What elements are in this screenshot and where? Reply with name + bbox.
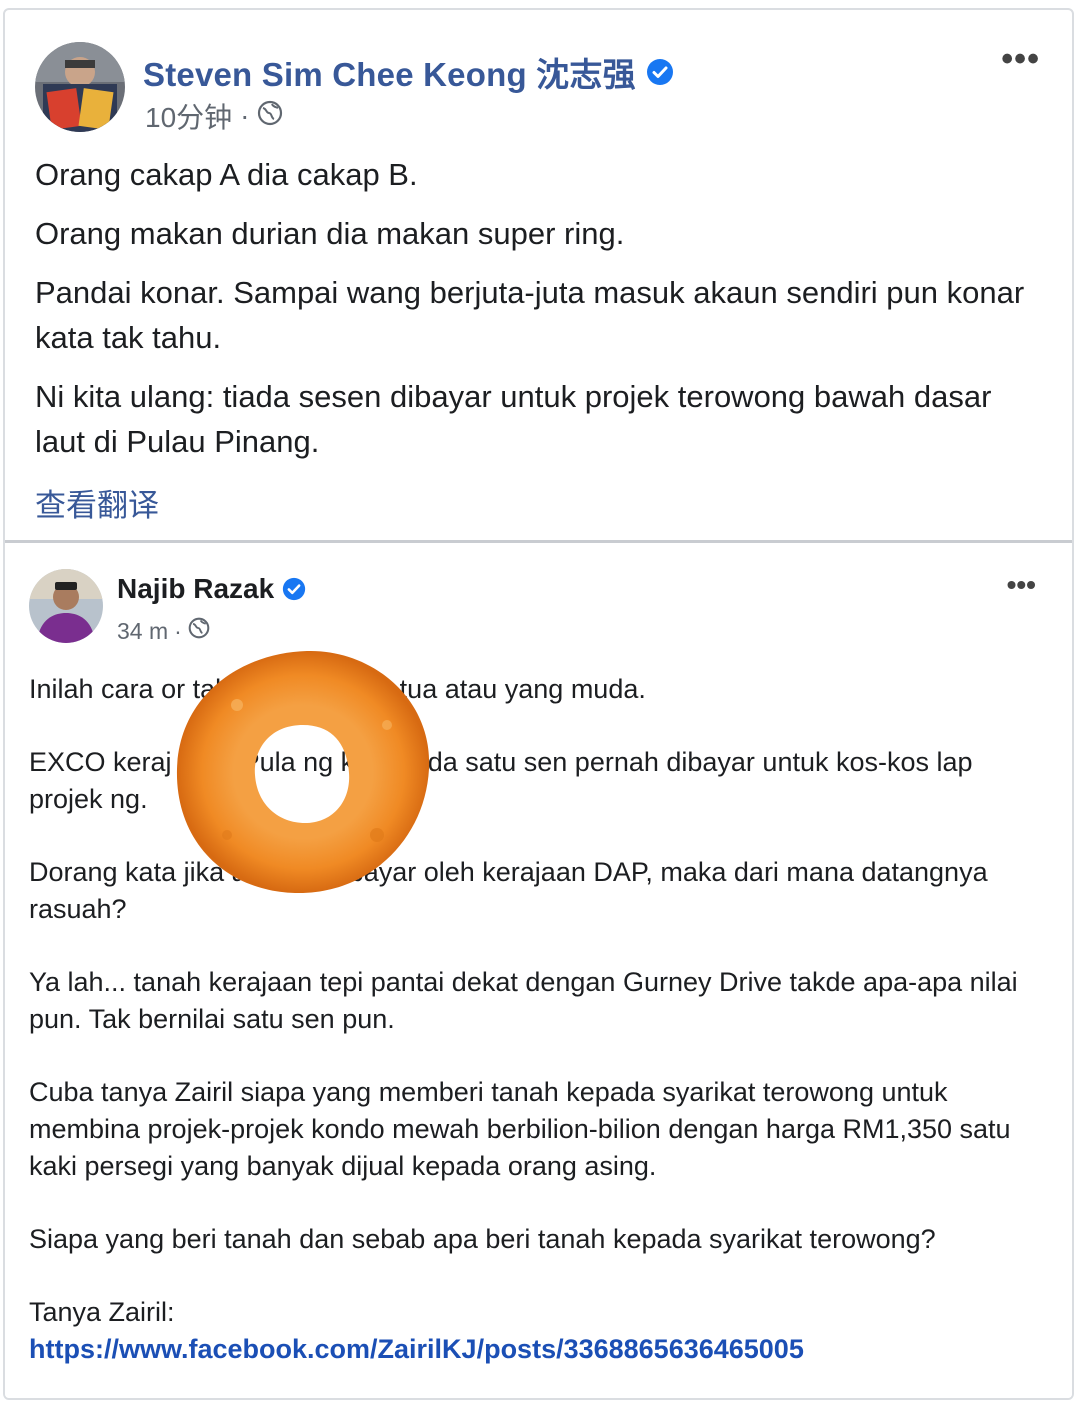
see-translation-link[interactable]: 查看翻译 <box>35 480 159 525</box>
author-header: Steven Sim Chee Keong 沈志强 <box>143 48 674 96</box>
post-paragraph: Ni kita ulang: tiada sesen dibayar untuk… <box>35 379 992 459</box>
zairil-post-link[interactable]: https://www.facebook.com/ZairilKJ/posts/… <box>29 1334 804 1364</box>
shared-post: Najib Razak 34 m · ••• Inilah cara or ta… <box>5 540 1072 1398</box>
ask-label: Tanya Zairil: <box>29 1297 175 1327</box>
author-avatar[interactable] <box>35 42 125 132</box>
post-paragraph: Orang cakap A dia cakap B. <box>35 157 418 192</box>
shared-author-name[interactable]: Najib Razak <box>117 573 274 605</box>
shared-paragraph: EXCO keraj DAP Pula ng kata tiada satu s… <box>29 747 973 814</box>
shared-author-avatar[interactable] <box>29 569 103 643</box>
verified-badge-icon <box>282 577 306 601</box>
shared-more-options-button[interactable]: ••• <box>1007 569 1036 601</box>
avatar-image <box>29 569 103 643</box>
author-name[interactable]: Steven Sim Chee Keong 沈志强 <box>143 48 636 96</box>
shared-paragraph: Tanya Zairil: https://www.facebook.com/Z… <box>29 1294 1039 1368</box>
more-options-button[interactable]: ••• <box>1001 40 1040 79</box>
verified-badge-icon <box>646 58 674 86</box>
shared-paragraph: Ya lah... tanah kerajaan tepi pantai dek… <box>29 967 1018 1034</box>
post-paragraph: Pandai konar. Sampai wang berjuta-juta m… <box>35 275 1025 355</box>
post-body: Orang cakap A dia cakap B. Orang makan d… <box>35 152 1045 478</box>
shared-paragraph: Cuba tanya Zairil siapa yang memberi tan… <box>29 1077 1011 1181</box>
shared-post-meta: 34 m · <box>117 617 210 645</box>
post-meta: 10分钟 · <box>145 96 283 136</box>
shared-paragraph: Inilah cara or tak kira yang tua-tua ata… <box>29 674 646 704</box>
globe-icon <box>188 617 210 645</box>
meta-separator: · <box>174 617 182 644</box>
globe-icon <box>257 100 283 133</box>
post-paragraph: Orang makan durian dia makan super ring. <box>35 216 625 251</box>
post-card: Steven Sim Chee Keong 沈志强 10分钟 · ••• Ora… <box>3 8 1074 1400</box>
post-timestamp[interactable]: 10分钟 <box>145 96 232 136</box>
shared-post-body: Inilah cara or tak kira yang tua-tua ata… <box>29 671 1039 1368</box>
shared-paragraph: Dorang kata jika atu sen dibayar oleh ke… <box>29 857 988 924</box>
shared-author-header: Najib Razak <box>117 573 306 605</box>
meta-separator: · <box>240 100 250 131</box>
avatar-image <box>35 42 125 132</box>
shared-paragraph: Siapa yang beri tanah dan sebab apa beri… <box>29 1224 936 1254</box>
shared-post-timestamp[interactable]: 34 m <box>117 618 168 645</box>
